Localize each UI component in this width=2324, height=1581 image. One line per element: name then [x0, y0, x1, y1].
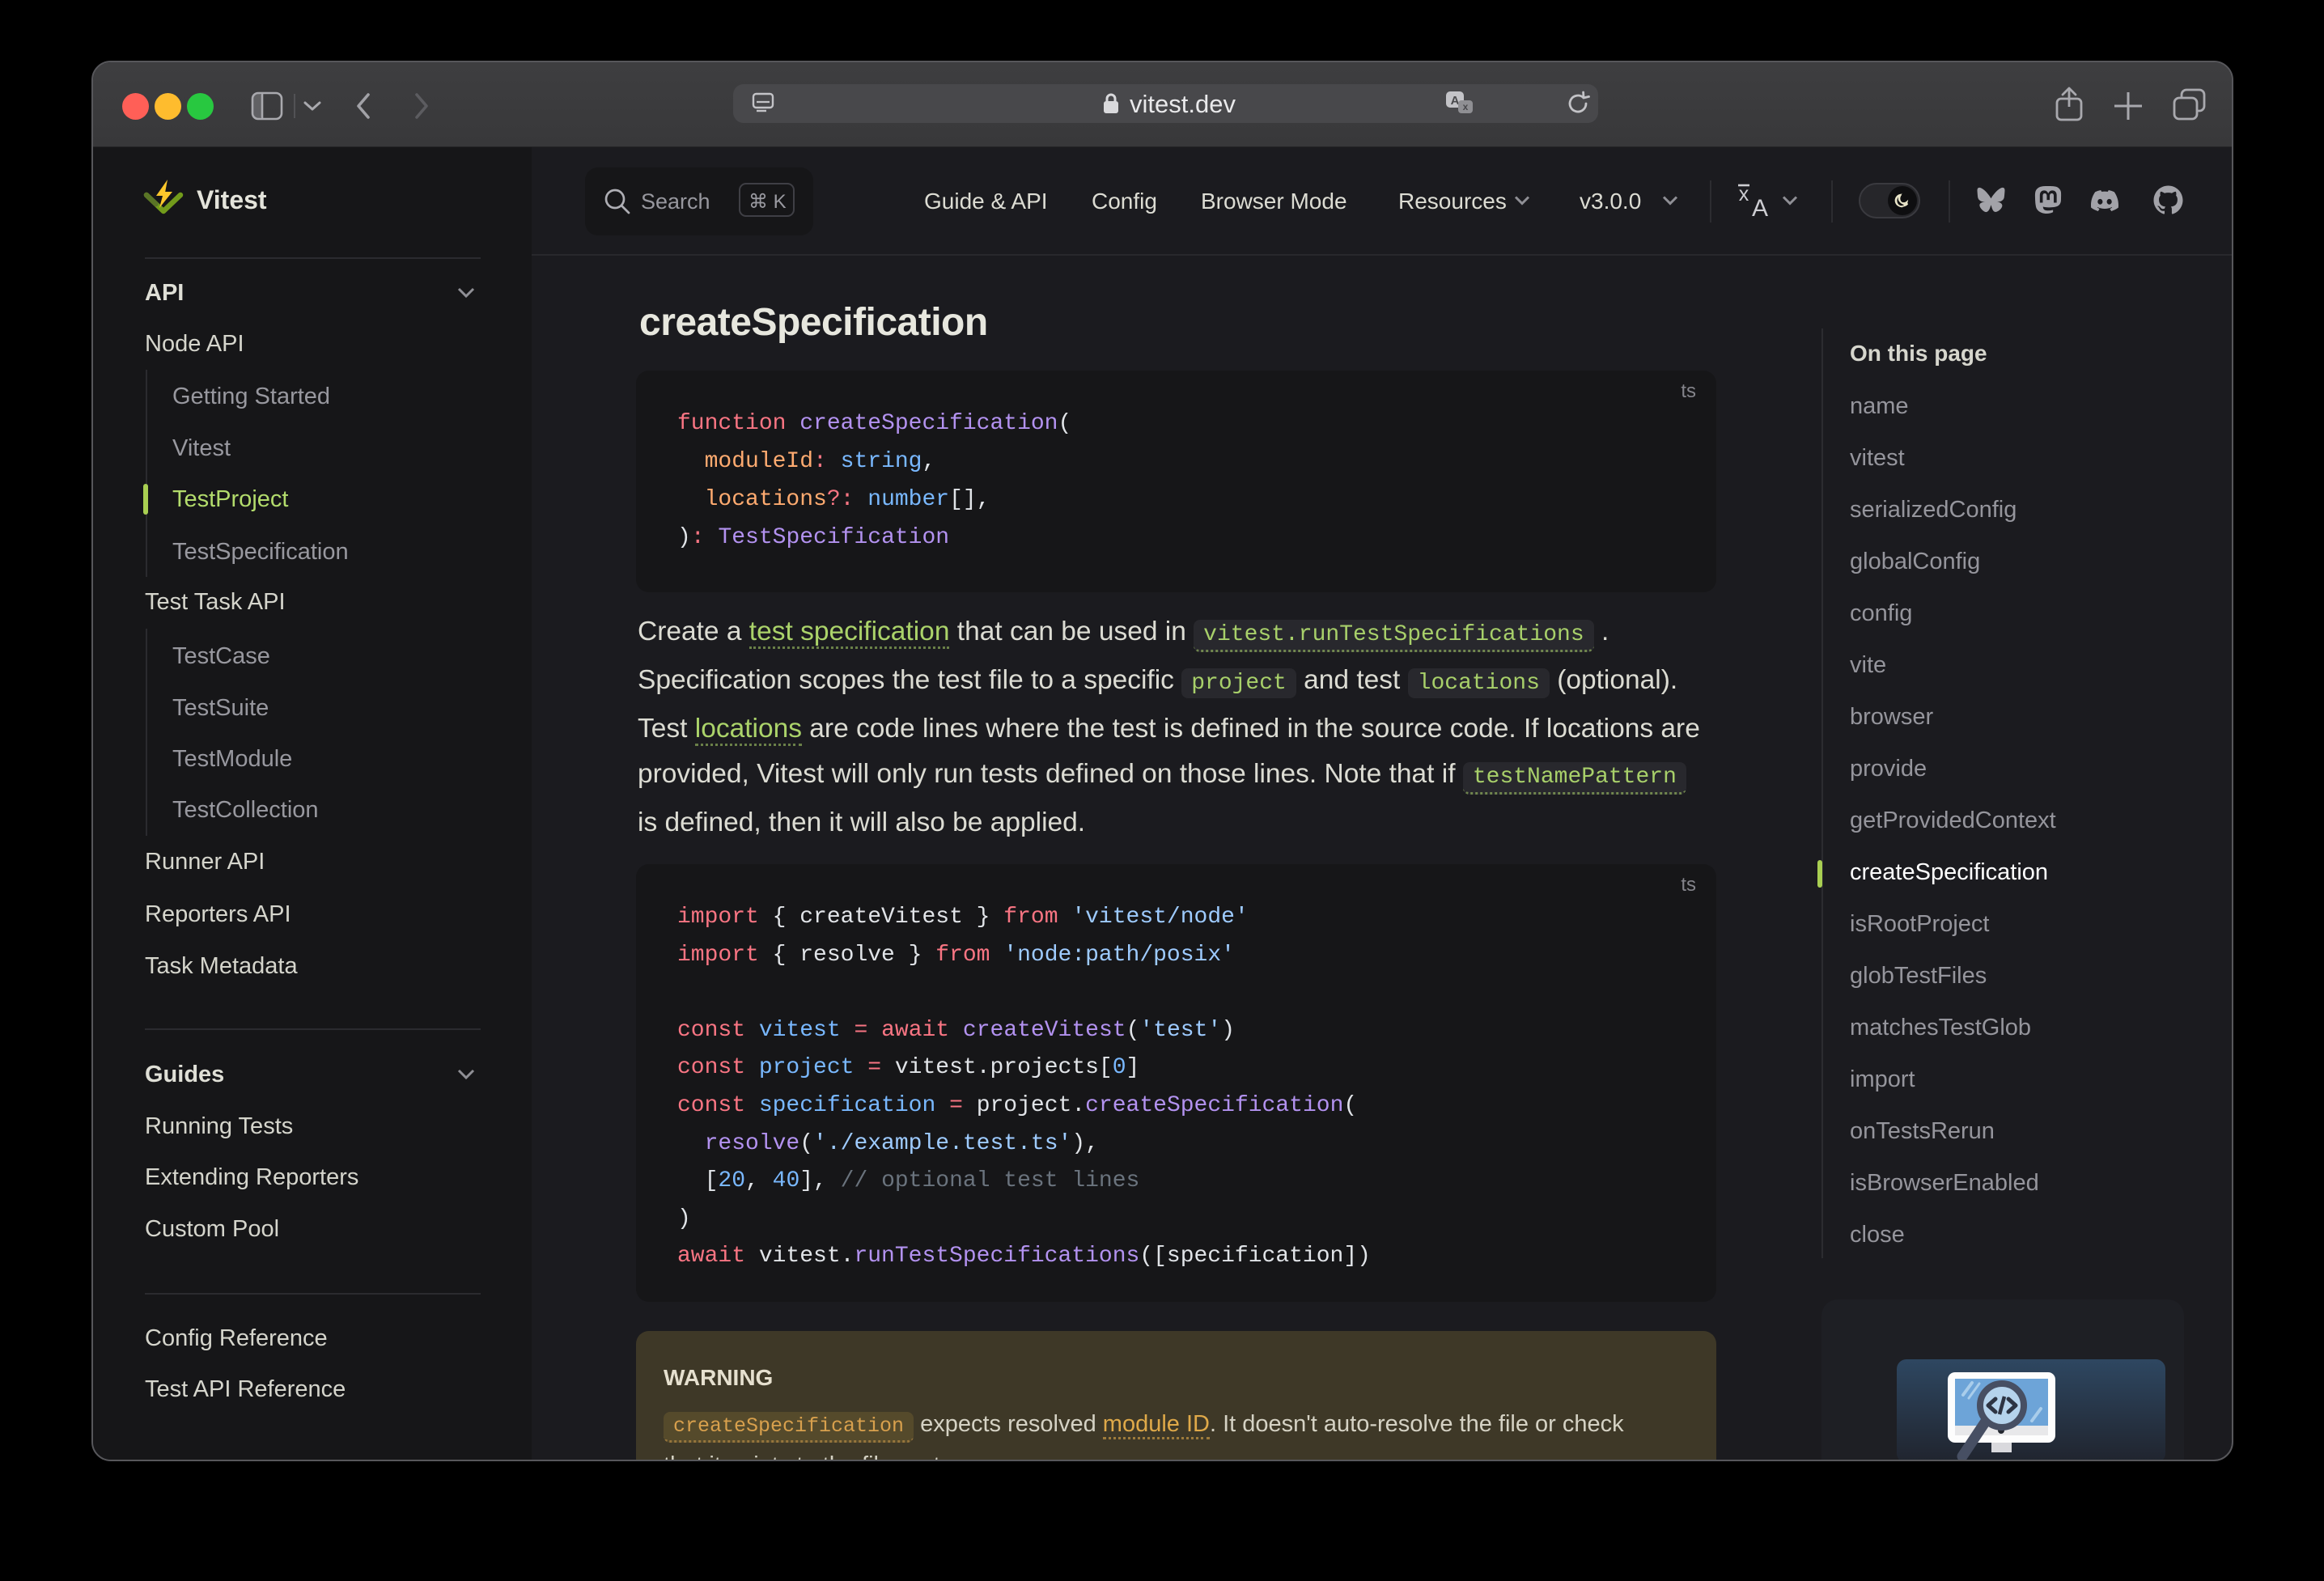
svg-text:x: x [1463, 101, 1469, 112]
svg-text:A: A [1451, 94, 1460, 108]
svg-text:A: A [1752, 195, 1768, 219]
